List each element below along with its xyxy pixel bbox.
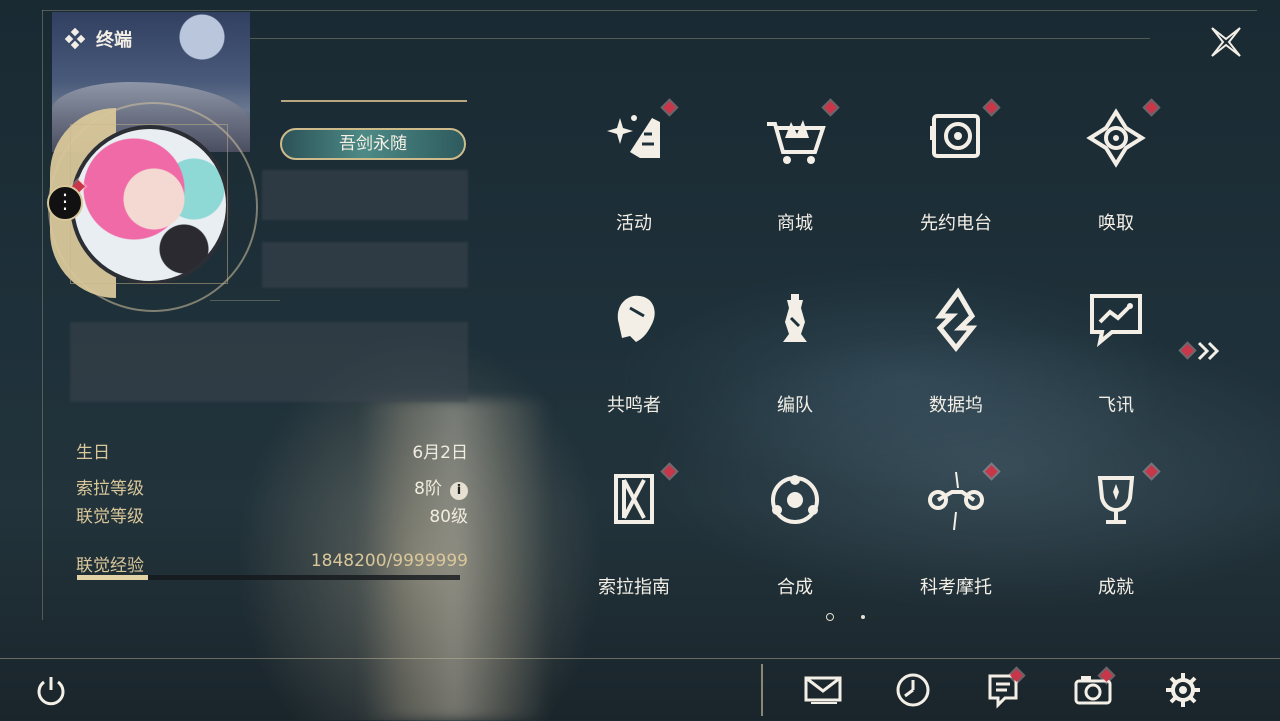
page-dot-active[interactable] xyxy=(826,613,834,621)
frame-top-line xyxy=(42,10,1257,11)
union-exp-label: 联觉经验 xyxy=(76,556,144,576)
gear-icon xyxy=(1166,673,1200,707)
clock-icon xyxy=(896,673,930,707)
menu-item-motorbike[interactable]: 科考摩托 xyxy=(896,465,1016,618)
menu-label-guidebook: 索拉指南 xyxy=(598,577,670,598)
menu-label-activity: 活动 xyxy=(616,213,652,234)
menu-item-team[interactable]: 编队 xyxy=(735,286,855,436)
menu-label-team: 编队 xyxy=(777,395,813,416)
diamond-cluster-icon xyxy=(64,28,86,50)
blurred-signature-field xyxy=(70,322,468,402)
activity-sparkle-icon xyxy=(600,104,668,172)
menu-item-resonators[interactable]: 共鸣者 xyxy=(574,286,694,436)
title-badge[interactable]: 吾剑永随 xyxy=(280,128,466,160)
menu-item-convene[interactable]: 唤取 xyxy=(1056,101,1176,254)
title-divider xyxy=(281,100,467,102)
union-level-label: 联觉等级 xyxy=(76,507,144,527)
info-icon[interactable]: i xyxy=(450,482,468,500)
avatar-frame xyxy=(70,124,228,284)
resonator-head-icon xyxy=(600,286,668,354)
menu-item-radio[interactable]: 先约电台 xyxy=(896,101,1016,254)
photo-button[interactable] xyxy=(1073,669,1113,710)
sol-rank-value: 8阶 xyxy=(414,479,442,499)
close-button[interactable] xyxy=(1208,24,1244,60)
shop-cart-icon xyxy=(761,104,829,172)
menu-label-databank: 数据坞 xyxy=(929,395,983,416)
next-page-badge xyxy=(1181,344,1194,357)
menu-item-shop[interactable]: 商城 xyxy=(735,101,855,254)
bottom-divider xyxy=(761,664,763,716)
union-exp-bar xyxy=(77,575,460,580)
motorbike-icon xyxy=(922,468,990,536)
birthday-row: 生日 6月2日 xyxy=(76,438,468,463)
sol-rank-value-wrap: 8阶 i xyxy=(414,474,468,500)
double-chevron-right-icon xyxy=(1197,341,1220,361)
menu-item-synthesis[interactable]: 合成 xyxy=(735,468,855,618)
radio-speaker-icon xyxy=(922,104,990,172)
blurred-id-field xyxy=(262,242,468,288)
mail-button[interactable] xyxy=(803,670,843,710)
synthesis-orbit-icon xyxy=(761,468,829,536)
menu-label-message: 飞讯 xyxy=(1098,395,1134,416)
databank-emblem-icon xyxy=(922,286,990,354)
mail-icon xyxy=(804,676,842,704)
page-dot[interactable] xyxy=(861,615,865,619)
power-icon xyxy=(37,677,65,706)
frame-left-line xyxy=(42,10,43,620)
blurred-name-field xyxy=(262,170,468,220)
sol-rank-label: 索拉等级 xyxy=(76,479,144,499)
close-icon xyxy=(1211,27,1241,57)
union-level-value: 80级 xyxy=(429,507,468,527)
menu-item-guidebook[interactable]: 索拉指南 xyxy=(574,465,694,618)
menu-label-convene: 唤取 xyxy=(1098,213,1134,234)
terminal-title: 终端 xyxy=(96,30,132,51)
birthday-value: 6月2日 xyxy=(412,443,468,463)
menu-label-motorbike: 科考摩托 xyxy=(920,577,992,598)
terminal-header: 终端 xyxy=(64,26,132,52)
chess-pieces-icon xyxy=(761,286,829,354)
schedule-button[interactable] xyxy=(893,670,933,710)
sol-rank-row: 索拉等级 8阶 i xyxy=(76,474,468,500)
birthday-label: 生日 xyxy=(76,443,110,463)
union-exp-value: 1848200/9999999 xyxy=(310,551,468,571)
menu-label-radio: 先约电台 xyxy=(920,213,992,234)
menu-label-synthesis: 合成 xyxy=(777,577,813,598)
convene-compass-icon xyxy=(1082,104,1150,172)
notice-button[interactable] xyxy=(983,669,1023,710)
menu-label-resonators: 共鸣者 xyxy=(607,395,661,416)
menu-label-achievements: 成就 xyxy=(1098,577,1134,598)
guidebook-icon xyxy=(600,468,668,536)
more-dots-icon: ⋮ xyxy=(55,189,75,213)
menu-item-databank[interactable]: 数据坞 xyxy=(896,286,1016,436)
next-page-button[interactable] xyxy=(1180,338,1222,364)
union-level-row: 联觉等级 80级 xyxy=(76,502,468,527)
avatar-more-button[interactable]: ⋮ xyxy=(47,185,83,221)
menu-item-activity[interactable]: 活动 xyxy=(574,101,694,254)
settings-button[interactable] xyxy=(1163,670,1203,710)
trophy-icon xyxy=(1082,468,1150,536)
union-exp-bar-fill xyxy=(77,575,148,580)
chat-bubble-icon xyxy=(1082,286,1150,354)
frame-right-arc-line xyxy=(250,38,1150,39)
menu-item-message[interactable]: 飞讯 xyxy=(1056,286,1176,436)
power-button[interactable] xyxy=(34,674,68,708)
profile-divider xyxy=(210,300,280,301)
menu-label-shop: 商城 xyxy=(777,213,813,234)
union-exp-row: 联觉经验 1848200/9999999 xyxy=(76,551,468,576)
menu-item-achievements[interactable]: 成就 xyxy=(1056,465,1176,618)
